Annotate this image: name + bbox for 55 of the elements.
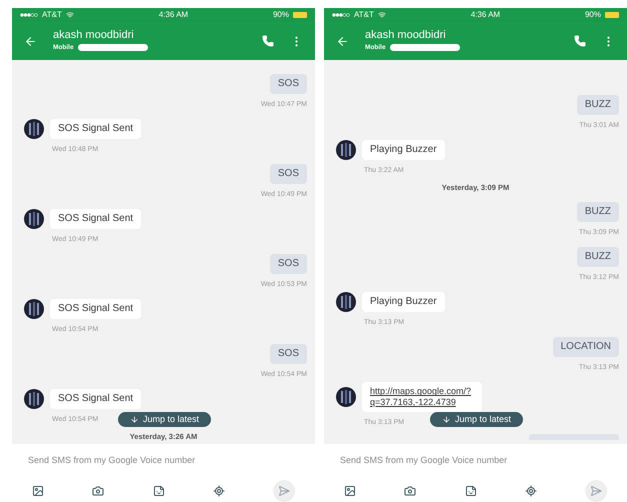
avatar-icon — [336, 292, 356, 312]
wifi-icon — [66, 11, 74, 19]
avatar-icon — [336, 387, 356, 408]
carrier-label: AT&T — [354, 9, 374, 21]
clock-label: 4:36 AM — [470, 9, 500, 21]
redaction-bar — [390, 44, 460, 52]
gallery-icon[interactable] — [32, 484, 44, 496]
sticker-icon[interactable] — [464, 484, 476, 496]
battery-label: 90% — [584, 9, 601, 21]
received-message: SOS Signal Sent — [50, 118, 142, 138]
sent-message: LOCATION — [552, 337, 619, 358]
phone-icon[interactable] — [262, 35, 274, 47]
sent-message: BUZZ — [576, 202, 619, 222]
wifi-icon — [378, 11, 386, 19]
jump-to-latest-button[interactable]: Jump to latest — [118, 412, 212, 427]
sent-message: BUZZ — [576, 94, 619, 115]
clock-label: 4:36 AM — [158, 9, 188, 21]
contact-name: akash moodbidri — [365, 29, 447, 43]
back-icon[interactable] — [336, 34, 349, 48]
carrier-label: AT&T — [42, 9, 62, 21]
arrow-down-icon — [442, 415, 451, 424]
sent-message: SOS — [270, 74, 307, 94]
received-message: SOS Signal Sent — [50, 298, 142, 318]
location-icon[interactable] — [212, 484, 225, 496]
battery-icon — [604, 12, 619, 18]
redaction-bar — [78, 44, 148, 52]
send-icon — [590, 484, 602, 496]
location-icon[interactable] — [524, 484, 537, 496]
sent-message: SOS — [270, 344, 307, 364]
gallery-icon[interactable] — [344, 484, 356, 496]
back-icon[interactable] — [24, 34, 37, 48]
contact-name: akash moodbidri — [53, 29, 135, 43]
avatar-icon — [24, 118, 44, 138]
camera-icon[interactable] — [92, 484, 104, 496]
signal-icon — [332, 13, 350, 17]
received-message: SOS Signal Sent — [50, 388, 142, 408]
jump-to-latest-button[interactable]: Jump to latest — [430, 412, 524, 427]
received-message: SOS Signal Sent — [50, 208, 142, 228]
avatar-icon — [336, 140, 356, 160]
avatar-icon — [24, 208, 44, 228]
sent-message: SOS — [270, 254, 307, 274]
send-icon — [278, 484, 290, 496]
phone-icon[interactable] — [574, 35, 586, 47]
avatar-icon — [24, 388, 44, 408]
battery-icon — [292, 12, 307, 18]
sent-message: SOS — [270, 164, 307, 184]
arrow-down-icon — [130, 415, 139, 424]
received-message: Playing Buzzer — [362, 140, 445, 160]
battery-label: 90% — [272, 9, 289, 21]
camera-icon[interactable] — [404, 484, 416, 496]
avatar-icon — [24, 298, 44, 318]
sent-message: BUZZ — [576, 247, 619, 268]
signal-icon — [20, 13, 38, 17]
sticker-icon[interactable] — [152, 484, 164, 496]
received-message: Playing Buzzer — [362, 292, 445, 312]
